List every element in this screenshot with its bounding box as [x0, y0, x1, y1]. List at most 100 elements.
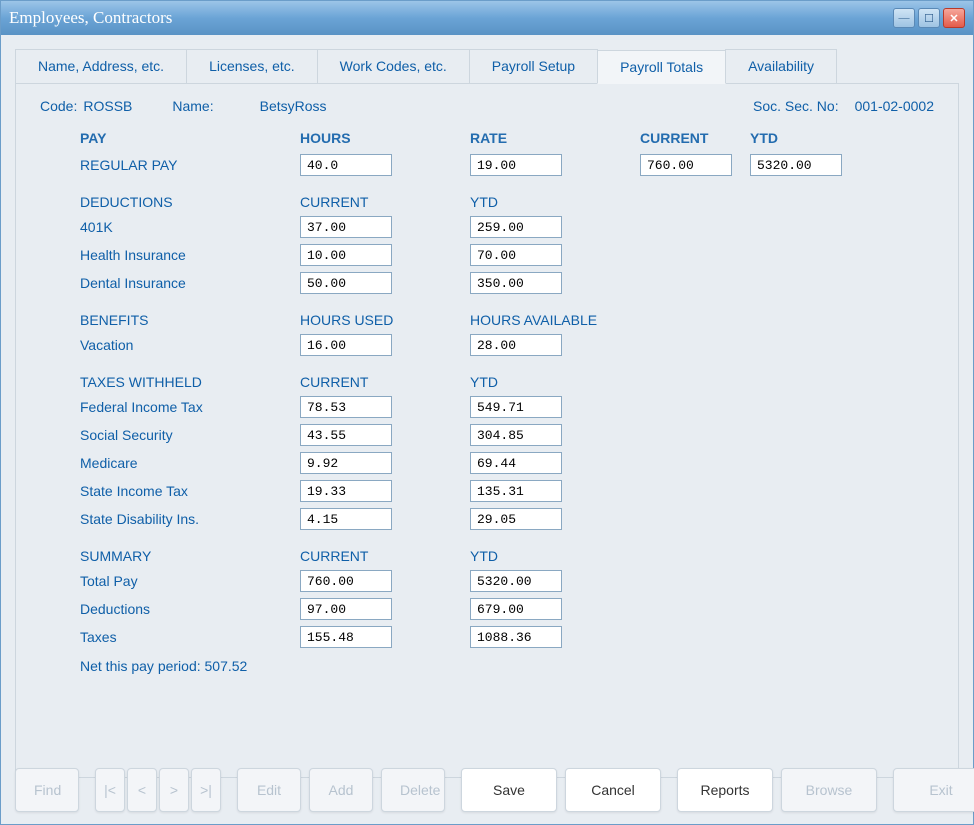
taxes-col-ytd: YTD — [470, 374, 640, 390]
browse-button[interactable]: Browse — [781, 768, 877, 812]
net-pay-line: Net this pay period: 507.52 — [40, 658, 934, 674]
deduction-health-current[interactable] — [300, 244, 392, 266]
summary-header: SUMMARY — [40, 548, 300, 564]
regular-ytd-input[interactable] — [750, 154, 842, 176]
ssn-label: Soc. Sec. No: — [753, 98, 839, 114]
pay-header: PAY — [40, 130, 300, 146]
name-label: Name: — [172, 98, 213, 114]
tax-label: State Income Tax — [40, 483, 300, 499]
regular-hours-input[interactable] — [300, 154, 392, 176]
summary-header-row: SUMMARY CURRENT YTD — [40, 548, 934, 564]
deductions-header-row: DEDUCTIONS CURRENT YTD — [40, 194, 934, 210]
summary-col-current: CURRENT — [300, 548, 470, 564]
tab-payroll-setup[interactable]: Payroll Setup — [469, 49, 598, 83]
delete-button[interactable]: Delete — [381, 768, 445, 812]
summary-col-ytd: YTD — [470, 548, 640, 564]
summary-row-totalpay: Total Pay — [40, 570, 934, 592]
edit-button[interactable]: Edit — [237, 768, 301, 812]
cancel-button[interactable]: Cancel — [565, 768, 661, 812]
summary-label: Total Pay — [40, 573, 300, 589]
deduction-row-health: Health Insurance — [40, 244, 934, 266]
summary-totalpay-current[interactable] — [300, 570, 392, 592]
maximize-button[interactable]: ☐ — [918, 8, 940, 28]
close-button[interactable]: ✕ — [943, 8, 965, 28]
regular-current-input[interactable] — [640, 154, 732, 176]
find-button[interactable]: Find — [15, 768, 79, 812]
ssn-value: 001-02-0002 — [855, 98, 934, 114]
deduction-health-ytd[interactable] — [470, 244, 562, 266]
benefits-header-row: BENEFITS HOURS USED HOURS AVAILABLE — [40, 312, 934, 328]
summary-deductions-ytd[interactable] — [470, 598, 562, 620]
tax-sdi-ytd[interactable] — [470, 508, 562, 530]
nav-prev-button[interactable]: < — [127, 768, 157, 812]
summary-label: Taxes — [40, 629, 300, 645]
deduction-label: Dental Insurance — [40, 275, 300, 291]
code-value: ROSSB — [83, 98, 132, 114]
deductions-col-current: CURRENT — [300, 194, 470, 210]
tax-ss-current[interactable] — [300, 424, 392, 446]
deduction-dental-ytd[interactable] — [470, 272, 562, 294]
minimize-button[interactable]: — — [893, 8, 915, 28]
tab-work-codes[interactable]: Work Codes, etc. — [317, 49, 470, 83]
save-button[interactable]: Save — [461, 768, 557, 812]
regular-rate-input[interactable] — [470, 154, 562, 176]
body-area: Name, Address, etc. Licenses, etc. Work … — [1, 35, 973, 824]
tax-medicare-ytd[interactable] — [470, 452, 562, 474]
deductions-header: DEDUCTIONS — [40, 194, 300, 210]
summary-taxes-ytd[interactable] — [470, 626, 562, 648]
ytd-header: YTD — [750, 130, 860, 146]
pay-header-row: PAY HOURS RATE CURRENT YTD — [40, 130, 934, 146]
tax-medicare-current[interactable] — [300, 452, 392, 474]
nav-button-group: |< < > >| — [95, 768, 221, 812]
tax-state-ytd[interactable] — [470, 480, 562, 502]
tax-federal-ytd[interactable] — [470, 396, 562, 418]
tax-row-medicare: Medicare — [40, 452, 934, 474]
taxes-header: TAXES WITHHELD — [40, 374, 300, 390]
tax-label: State Disability Ins. — [40, 511, 300, 527]
benefits-header: BENEFITS — [40, 312, 300, 328]
benefit-row-vacation: Vacation — [40, 334, 934, 356]
tax-row-federal: Federal Income Tax — [40, 396, 934, 418]
tax-state-current[interactable] — [300, 480, 392, 502]
nav-first-button[interactable]: |< — [95, 768, 125, 812]
tax-label: Medicare — [40, 455, 300, 471]
button-bar: Find |< < > >| Edit Add Delete Save Canc… — [15, 768, 959, 812]
summary-deductions-current[interactable] — [300, 598, 392, 620]
add-button[interactable]: Add — [309, 768, 373, 812]
benefits-col-used: HOURS USED — [300, 312, 470, 328]
summary-taxes-current[interactable] — [300, 626, 392, 648]
tab-name-address[interactable]: Name, Address, etc. — [15, 49, 187, 83]
titlebar: Employees, Contractors — ☐ ✕ — [1, 1, 973, 35]
window-title: Employees, Contractors — [9, 8, 893, 28]
deduction-row-401k: 401K — [40, 216, 934, 238]
taxes-col-current: CURRENT — [300, 374, 470, 390]
tax-label: Social Security — [40, 427, 300, 443]
reports-button[interactable]: Reports — [677, 768, 773, 812]
tab-availability[interactable]: Availability — [725, 49, 837, 83]
rate-header: RATE — [470, 130, 640, 146]
deduction-401k-ytd[interactable] — [470, 216, 562, 238]
tab-payroll-totals[interactable]: Payroll Totals — [597, 50, 726, 84]
tab-licenses[interactable]: Licenses, etc. — [186, 49, 318, 83]
deduction-dental-current[interactable] — [300, 272, 392, 294]
summary-totalpay-ytd[interactable] — [470, 570, 562, 592]
summary-label: Deductions — [40, 601, 300, 617]
tax-row-ss: Social Security — [40, 424, 934, 446]
vacation-avail-input[interactable] — [470, 334, 562, 356]
vacation-used-input[interactable] — [300, 334, 392, 356]
nav-next-button[interactable]: > — [159, 768, 189, 812]
deduction-label: 401K — [40, 219, 300, 235]
exit-button[interactable]: Exit — [893, 768, 974, 812]
summary-row-taxes: Taxes — [40, 626, 934, 648]
nav-last-button[interactable]: >| — [191, 768, 221, 812]
tax-label: Federal Income Tax — [40, 399, 300, 415]
deduction-401k-current[interactable] — [300, 216, 392, 238]
current-header: CURRENT — [640, 130, 750, 146]
tax-sdi-current[interactable] — [300, 508, 392, 530]
tax-ss-ytd[interactable] — [470, 424, 562, 446]
regular-pay-label: REGULAR PAY — [40, 157, 300, 173]
tax-federal-current[interactable] — [300, 396, 392, 418]
deduction-row-dental: Dental Insurance — [40, 272, 934, 294]
tab-panel: Code: ROSSB Name: BetsyRoss Soc. Sec. No… — [15, 84, 959, 778]
tax-row-sdi: State Disability Ins. — [40, 508, 934, 530]
